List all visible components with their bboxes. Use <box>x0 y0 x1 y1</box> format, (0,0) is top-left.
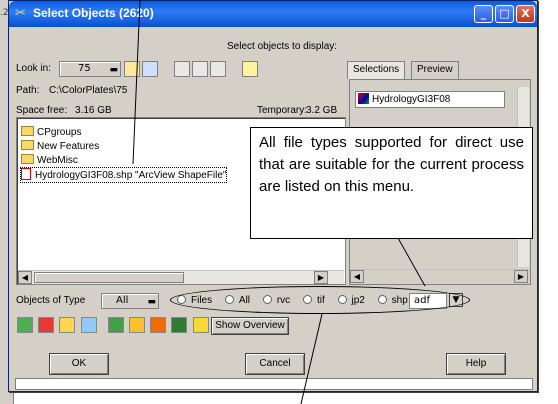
callout-text-box: All file types supported for direct use … <box>250 127 533 239</box>
